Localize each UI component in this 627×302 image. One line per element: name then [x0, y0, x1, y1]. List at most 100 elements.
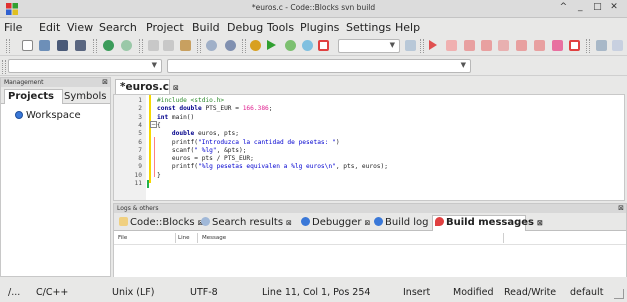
column-header-file[interactable]: File: [118, 235, 127, 241]
next-line-icon[interactable]: [464, 40, 475, 51]
editor-tab-euros-c[interactable]: *euros.c ⊠: [115, 79, 179, 94]
replace-icon[interactable]: [225, 40, 236, 51]
redo-icon[interactable]: [121, 40, 132, 51]
code-line[interactable]: 1 #include <stdio.h>: [114, 97, 624, 105]
maximize-button[interactable]: □: [593, 2, 604, 12]
close-icon[interactable]: ⊠: [365, 219, 371, 227]
chevron-down-icon: ▼: [460, 61, 466, 69]
next-instruction-icon[interactable]: [516, 40, 527, 51]
step-out-icon[interactable]: [498, 40, 509, 51]
main-toolbar: ▼: [0, 36, 627, 56]
code-line[interactable]: 11: [114, 180, 624, 188]
code-token: {: [157, 121, 161, 129]
status-eol: Unix (LF): [112, 287, 155, 298]
code-line[interactable]: 4{: [114, 122, 624, 130]
column-header-line[interactable]: Line: [178, 235, 189, 241]
menu-help[interactable]: Help: [395, 21, 420, 34]
pause-icon[interactable]: [552, 40, 563, 51]
build-messages-table[interactable]: File Line Message: [114, 231, 626, 277]
target-settings-icon[interactable]: [405, 40, 416, 51]
line-number: 4: [138, 121, 142, 129]
code-line[interactable]: 5 double euros, pts;: [114, 130, 624, 138]
debug-continue-icon[interactable]: [429, 40, 437, 50]
column-divider[interactable]: [197, 233, 198, 243]
run-to-cursor-icon[interactable]: [446, 40, 457, 51]
toolbar-grip[interactable]: [6, 39, 10, 53]
status-language: C/C++: [36, 287, 69, 298]
code-text: #include <stdio.h>: [157, 97, 224, 105]
build-target-select[interactable]: ▼: [338, 39, 400, 53]
various-info-icon[interactable]: [612, 40, 623, 51]
menu-project[interactable]: Project: [146, 21, 184, 34]
menu-file[interactable]: File: [4, 21, 22, 34]
column-divider[interactable]: [175, 233, 176, 243]
tab-build-log[interactable]: Build log⊠: [372, 216, 437, 231]
code-line[interactable]: 7 scanf(" %lg", &pts);: [114, 147, 624, 155]
logs-panel: Logs & others⊠ Code::Blocks⊠ Search resu…: [113, 203, 627, 277]
toolbar-grip[interactable]: [2, 60, 6, 74]
cut-icon[interactable]: [148, 40, 159, 51]
save-all-icon[interactable]: [75, 40, 86, 51]
undo-icon[interactable]: [103, 40, 114, 51]
menu-debug[interactable]: Debug: [227, 21, 263, 34]
code-line[interactable]: 2 const double PTS_EUR = 166.386;: [114, 105, 624, 113]
menu-settings[interactable]: Settings: [346, 21, 391, 34]
code-token: printf(: [157, 138, 198, 146]
management-header: Management: [4, 79, 44, 86]
new-file-icon[interactable]: [22, 40, 33, 51]
function-select[interactable]: ▼: [167, 59, 471, 73]
code-text: {: [157, 122, 161, 130]
tab-search-results[interactable]: Search results ⊠: [199, 216, 292, 231]
code-line[interactable]: 6 printf("Introduzca la cantidad de pese…: [114, 139, 624, 147]
open-file-icon[interactable]: [39, 40, 50, 51]
code-token: euros = pts / PTS_EUR;: [157, 155, 254, 163]
collapse-button[interactable]: ^: [559, 2, 570, 12]
menu-tools[interactable]: Tools: [267, 21, 294, 34]
menu-view[interactable]: View: [67, 21, 93, 34]
menu-edit[interactable]: Edit: [39, 21, 60, 34]
tab-projects[interactable]: Projects: [4, 89, 63, 104]
code-text: int main(): [157, 114, 194, 122]
close-icon[interactable]: ⊠: [173, 84, 179, 92]
tab-debugger[interactable]: Debugger ⊠: [299, 216, 370, 231]
find-icon[interactable]: [206, 40, 217, 51]
step-into-icon[interactable]: [481, 40, 492, 51]
close-icon[interactable]: ⊠: [537, 219, 543, 227]
workspace-tree-item[interactable]: Workspace: [15, 110, 81, 121]
run-icon[interactable]: [267, 40, 276, 50]
tab-codeblocks-log[interactable]: Code::Blocks⊠: [117, 216, 203, 231]
code-line[interactable]: 9 printf("%lg pesetas equivalen a %lg eu…: [114, 163, 624, 171]
menu-plugins[interactable]: Plugins: [300, 21, 339, 34]
minimize-button[interactable]: _: [576, 2, 587, 12]
tab-build-messages[interactable]: Build messages ⊠: [432, 215, 543, 231]
scope-select[interactable]: ▼: [8, 59, 162, 73]
code-line[interactable]: 3 int main(): [114, 114, 624, 122]
paste-icon[interactable]: [180, 40, 191, 51]
build-and-run-icon[interactable]: [285, 40, 296, 51]
close-icon[interactable]: ⊠: [286, 219, 292, 227]
code-token: int: [157, 113, 172, 121]
save-icon[interactable]: [57, 40, 68, 51]
resize-grip[interactable]: [614, 289, 624, 299]
build-gear-icon[interactable]: [250, 40, 261, 51]
close-button[interactable]: ✕: [610, 2, 621, 12]
menu-search[interactable]: Search: [99, 21, 137, 34]
step-into-instruction-icon[interactable]: [534, 40, 545, 51]
tab-symbols[interactable]: Symbols: [64, 90, 106, 103]
pin-icon: [435, 217, 444, 226]
debug-windows-icon[interactable]: [596, 40, 607, 51]
menu-build[interactable]: Build: [192, 21, 220, 34]
abort-icon[interactable]: [318, 40, 329, 51]
code-line[interactable]: 10}: [114, 172, 624, 180]
code-line[interactable]: 8 euros = pts / PTS_EUR;: [114, 155, 624, 163]
code-editor[interactable]: − 1 #include <stdio.h> 2 const double PTS_E…: [113, 94, 625, 201]
close-icon[interactable]: ⊠: [102, 78, 108, 87]
rebuild-icon[interactable]: [302, 40, 313, 51]
close-icon[interactable]: ⊠: [618, 204, 624, 213]
column-header-message[interactable]: Message: [202, 235, 226, 241]
copy-icon[interactable]: [163, 40, 174, 51]
status-encoding: UTF-8: [190, 287, 218, 298]
gear-icon: [374, 217, 383, 226]
stop-debug-icon[interactable]: [569, 40, 580, 51]
column-divider[interactable]: [503, 233, 504, 243]
